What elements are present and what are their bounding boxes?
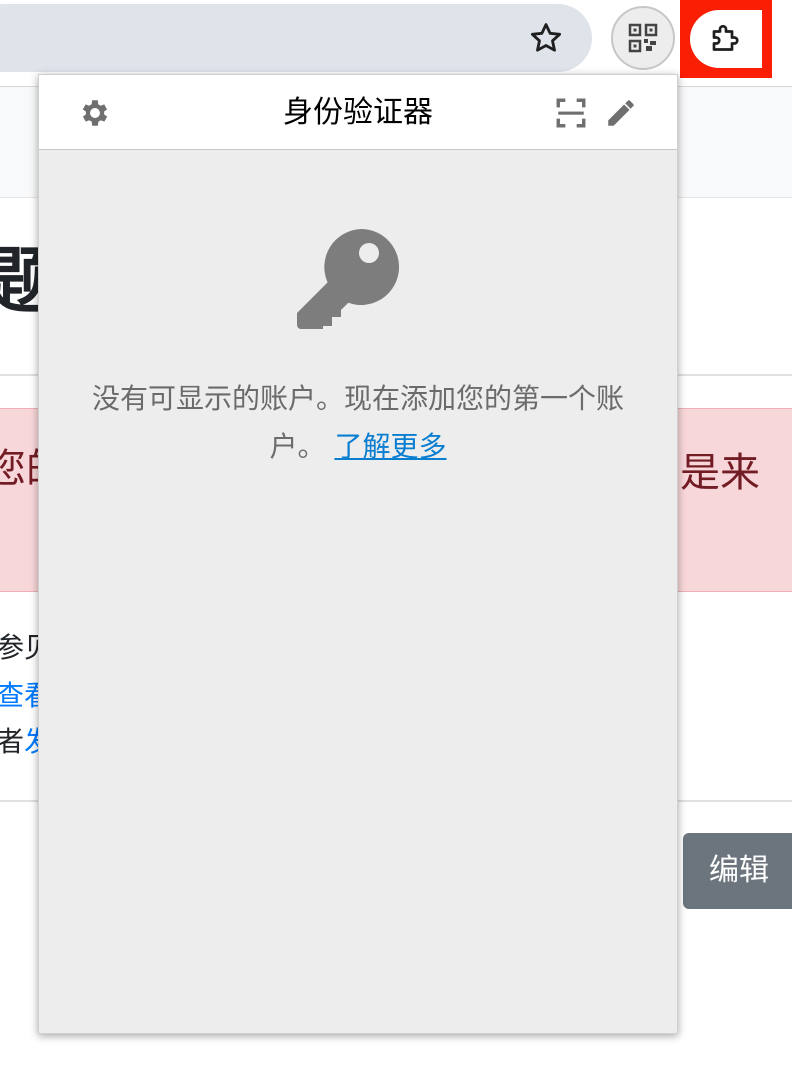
qr-extension-button[interactable]	[611, 6, 675, 70]
edit-button[interactable]: 编辑	[683, 833, 792, 909]
address-bar[interactable]	[0, 4, 592, 72]
extensions-button[interactable]	[690, 10, 762, 68]
authenticator-popup: 身份验证器 没有可显示的账户。现在添加您的第一个账户。 了解更多	[38, 74, 678, 1034]
scan-qr-button[interactable]	[551, 93, 591, 133]
alert-text-right: 是来	[680, 450, 760, 496]
learn-more-link[interactable]: 了解更多	[334, 430, 446, 463]
qr-code-icon	[628, 23, 658, 53]
key-icon	[297, 228, 400, 329]
popup-header: 身份验证器	[39, 75, 677, 150]
edit-accounts-button[interactable]	[601, 93, 641, 133]
scan-qr-icon	[556, 98, 586, 128]
empty-state-message: 没有可显示的账户。现在添加您的第一个账户。 了解更多	[83, 375, 633, 471]
bookmark-star-button[interactable]	[522, 16, 570, 60]
star-icon	[530, 23, 562, 52]
page-text: 者	[0, 725, 25, 758]
pencil-icon	[608, 100, 634, 126]
puzzle-icon	[712, 24, 739, 51]
